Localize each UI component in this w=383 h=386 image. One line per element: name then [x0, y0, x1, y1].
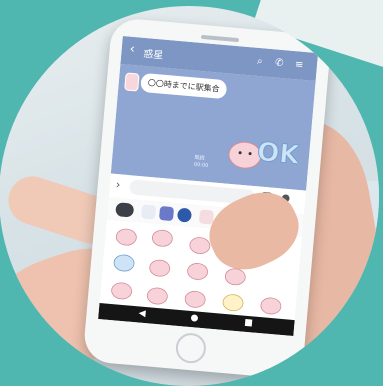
photo-frame: ‹ 惑星 ⌕ ✆ ≡ 〇〇時までに駅集合 既読 00:00 OK › ◀ ● ■ [0, 6, 379, 386]
chat-title: 惑星 [142, 48, 164, 62]
tab-sticker-2[interactable] [158, 205, 175, 222]
back-icon[interactable]: ‹ [129, 42, 135, 57]
phone-icon[interactable]: ✆ [275, 57, 284, 69]
sticker-item[interactable] [179, 284, 211, 311]
phone-screen: ‹ 惑星 ⌕ ✆ ≡ 〇〇時までに駅集合 既読 00:00 OK › ◀ ● ■ [98, 36, 319, 337]
sticker-item[interactable] [182, 256, 214, 283]
sticker-ok-text: OK [256, 137, 302, 171]
tab-history[interactable] [115, 202, 135, 218]
message-time: 00:00 [193, 161, 209, 169]
menu-icon[interactable]: ≡ [295, 59, 304, 71]
read-receipt: 既読 00:00 [194, 155, 210, 170]
sticker-item[interactable] [217, 287, 249, 314]
search-icon[interactable]: ⌕ [257, 56, 264, 67]
sticker-item[interactable] [141, 281, 173, 308]
chat-area: 〇〇時までに駅集合 既読 00:00 OK [110, 63, 316, 191]
sticker-item[interactable] [106, 276, 138, 303]
sticker-item[interactable] [111, 222, 143, 249]
message-bubble: 〇〇時までに駅集合 [140, 72, 228, 100]
sticker-item[interactable] [147, 223, 179, 250]
nav-recents-icon[interactable]: ■ [244, 318, 253, 329]
phone-speaker [200, 34, 240, 43]
nav-home-icon[interactable]: ● [190, 313, 199, 324]
sticker-item[interactable] [255, 291, 287, 318]
nav-back-icon[interactable]: ◀ [138, 309, 146, 320]
ok-sticker: OK [228, 137, 302, 171]
smartphone: ‹ 惑星 ⌕ ✆ ≡ 〇〇時までに駅集合 既読 00:00 OK › ◀ ● ■ [82, 17, 332, 380]
sticker-item[interactable] [108, 248, 140, 275]
tab-sticker-3[interactable] [176, 207, 193, 223]
home-button[interactable] [174, 331, 208, 365]
sticker-item[interactable] [144, 253, 176, 280]
tab-sticker-1[interactable] [141, 204, 157, 220]
chevron-right-icon[interactable]: › [115, 178, 121, 191]
avatar[interactable] [124, 72, 140, 92]
